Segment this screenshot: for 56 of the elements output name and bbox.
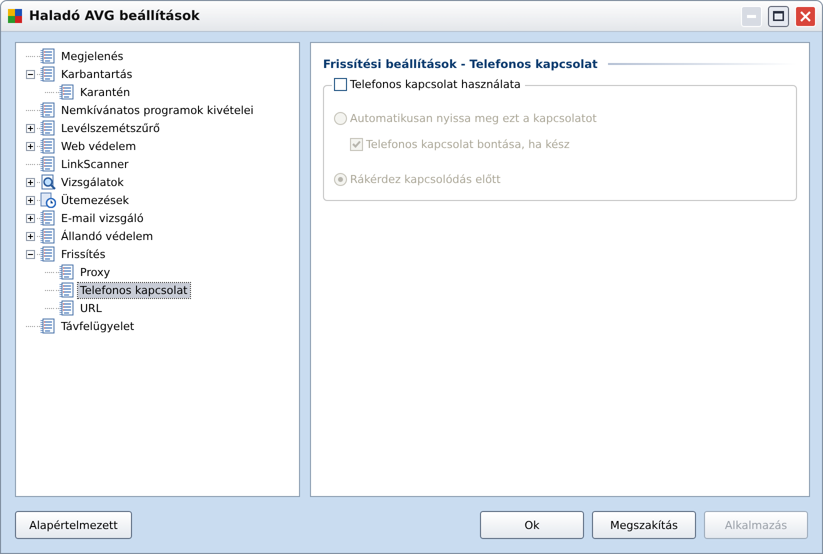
- maximize-icon: [773, 11, 784, 21]
- page-icon: [40, 48, 56, 64]
- checkbox[interactable]: [334, 78, 347, 91]
- tree-item[interactable]: Állandó védelem: [59, 228, 156, 244]
- tree-item[interactable]: Ütemezések: [59, 192, 132, 208]
- expand-icon[interactable]: [26, 142, 35, 150]
- tree-item[interactable]: Megjelenés: [59, 48, 126, 64]
- page-icon: [59, 282, 75, 298]
- window-title: Haladó AVG beállítások: [29, 8, 201, 24]
- page-icon: [40, 228, 56, 244]
- tree-item[interactable]: URL: [78, 300, 104, 316]
- app-logo-icon: [7, 8, 23, 24]
- option-label: Rákérdez kapcsolódás előtt: [350, 172, 501, 186]
- collapse-icon[interactable]: [26, 250, 35, 258]
- dialog-button[interactable]: Megszakítás: [592, 511, 696, 539]
- page-icon: [40, 138, 56, 154]
- option-label: Automatikusan nyissa meg ezt a kapcsolatot: [350, 112, 597, 124]
- tree-item[interactable]: Frissítés: [59, 246, 108, 262]
- tree-item[interactable]: Nemkívánatos programok kivételei: [59, 102, 256, 118]
- tree-item[interactable]: Proxy: [78, 264, 112, 280]
- page-icon: [40, 246, 56, 262]
- expand-icon[interactable]: [26, 124, 35, 132]
- tree-item[interactable]: Levélszemétszűrő: [59, 120, 162, 136]
- section-heading: Frissítési beállítások - Telefonos kapcsolat: [323, 57, 598, 71]
- tree-item[interactable]: LinkScanner: [59, 156, 131, 172]
- tree-item[interactable]: Telefonos kapcsolat: [78, 282, 190, 298]
- group-label: Telefonos kapcsolat használata: [350, 78, 521, 91]
- expand-icon[interactable]: [26, 196, 35, 204]
- scan-page-icon: [40, 174, 56, 190]
- page-icon: [40, 120, 56, 136]
- expand-icon[interactable]: [26, 178, 35, 186]
- clock-page-icon: [40, 192, 56, 208]
- expand-icon[interactable]: [26, 232, 35, 240]
- page-icon: [40, 66, 56, 82]
- maximize-button[interactable]: [768, 6, 789, 26]
- page-icon: [59, 264, 75, 280]
- tree-item[interactable]: E-mail vizsgáló: [59, 210, 146, 226]
- page-icon: [40, 156, 56, 172]
- dialog-button[interactable]: Ok: [480, 511, 584, 539]
- page-icon: [59, 300, 75, 316]
- expand-icon[interactable]: [26, 214, 35, 222]
- page-icon: [59, 84, 75, 100]
- tree-item[interactable]: Távfelügyelet: [59, 318, 136, 334]
- collapse-icon[interactable]: [26, 70, 35, 78]
- page-icon: [40, 318, 56, 334]
- close-button[interactable]: [795, 6, 816, 26]
- tree-item[interactable]: Vizsgálatok: [59, 174, 126, 190]
- tree-item[interactable]: Karbantartás: [59, 66, 134, 82]
- tree-item[interactable]: Karantén: [78, 84, 132, 100]
- option-label: Telefonos kapcsolat bontása, ha kész: [366, 138, 570, 150]
- dialog-button[interactable]: Alapértelmezett: [15, 511, 132, 539]
- minimize-icon: [747, 14, 756, 18]
- page-icon: [40, 210, 56, 226]
- page-icon: [40, 102, 56, 118]
- close-icon: [800, 10, 811, 22]
- tree-item[interactable]: Web védelem: [59, 138, 138, 154]
